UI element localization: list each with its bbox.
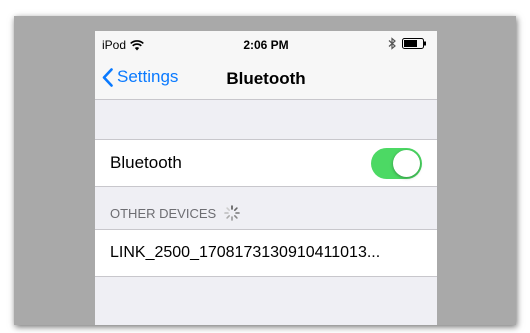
navigation-bar: Settings Bluetooth: [95, 59, 437, 100]
bluetooth-status-icon: [388, 37, 396, 50]
page-title: Bluetooth: [226, 69, 306, 88]
bluetooth-toggle[interactable]: [371, 148, 422, 179]
other-devices-header: OTHER DEVICES: [110, 205, 240, 221]
status-time: 2:06 PM: [243, 38, 289, 52]
device-name: LINK_2500_1708173130910411013...: [110, 244, 381, 261]
ios-screen: iPod 2:06 PM Settings Bluetooth Bluetoot…: [95, 31, 437, 325]
bluetooth-setting-row: Bluetooth: [95, 139, 437, 187]
device-list-item[interactable]: LINK_2500_1708173130910411013...: [95, 229, 437, 277]
toggle-knob: [393, 150, 420, 177]
status-bar: iPod 2:06 PM: [95, 31, 437, 59]
status-right: [388, 37, 427, 50]
other-devices-label: OTHER DEVICES: [110, 205, 217, 221]
battery-icon: [402, 38, 426, 49]
loading-spinner-icon: [224, 205, 240, 221]
bluetooth-setting-label: Bluetooth: [110, 153, 182, 172]
